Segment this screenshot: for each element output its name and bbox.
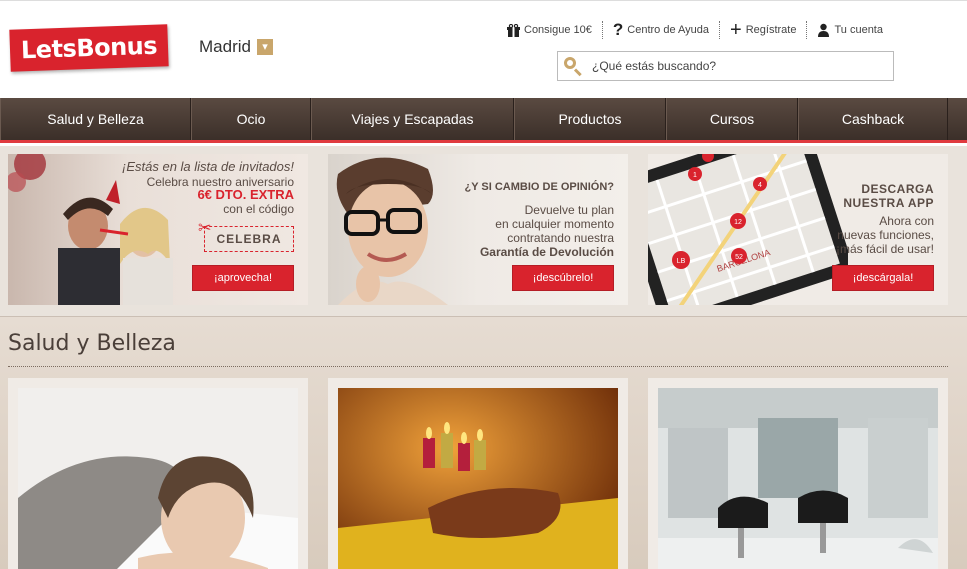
descubrelo-button[interactable]: ¡descúbrelo! — [512, 265, 614, 291]
banner2-line5: Garantía de Devolución — [479, 245, 614, 259]
banner3-line3: Ahora con — [879, 214, 934, 228]
link-cuenta-label: Tu cuenta — [834, 24, 883, 36]
link-consigue-label: Consigue 10€ — [524, 24, 592, 36]
banner2-line3: en cualquier momento — [495, 217, 614, 231]
section-title: Salud y Belleza — [8, 331, 176, 356]
woman-glasses-image — [336, 157, 448, 305]
banner2-line1: ¿Y SI CAMBIO DE OPINIÓN? — [464, 181, 614, 193]
logo-text: LetsBonus — [20, 31, 158, 65]
banner-garantia[interactable]: ¿Y SI CAMBIO DE OPINIÓN? Devuelve tu pla… — [328, 154, 628, 305]
nav-item-viajes[interactable]: Viajes y Escapadas — [311, 98, 514, 140]
promo-banners: ¡Estás en la lista de invitados! Celebra… — [0, 146, 967, 316]
letsbonus-logo[interactable]: LetsBonus — [9, 24, 169, 72]
nav-filler — [948, 98, 967, 140]
city-selector[interactable]: Madrid ▾ — [199, 37, 273, 57]
search-icon[interactable] — [562, 55, 584, 77]
nav-label: Viajes y Escapadas — [351, 111, 474, 127]
gift-icon — [507, 23, 520, 37]
deal-image-salon — [658, 388, 938, 569]
nav-label: Productos — [558, 111, 622, 127]
nav-item-productos[interactable]: Productos — [514, 98, 666, 140]
map-pin-label: 12 — [734, 219, 742, 226]
nav-item-salud[interactable]: Salud y Belleza — [0, 98, 191, 140]
deal-card[interactable] — [8, 378, 308, 569]
map-pin-label: LB — [677, 258, 686, 265]
banner2-line2: Devuelve tu plan — [524, 203, 614, 217]
nav-item-cursos[interactable]: Cursos — [666, 98, 798, 140]
banner3-line5: ¡más fácil de usar! — [835, 242, 934, 256]
question-icon: ? — [612, 20, 624, 39]
search-box[interactable] — [557, 51, 894, 81]
aprovecha-button[interactable]: ¡aprovecha! — [192, 265, 294, 291]
nav-label: Cursos — [709, 111, 755, 127]
link-cuenta[interactable]: Tu cuenta — [806, 21, 893, 39]
chevron-down-icon[interactable]: ▾ — [256, 39, 273, 55]
phone-map-image: BARCELONA 1 4 12 52 LB — [648, 154, 848, 305]
deal-image-spa — [338, 388, 618, 569]
banner3-line4: nuevas funciones, — [837, 228, 934, 242]
deal-card[interactable] — [328, 378, 628, 569]
link-registrate[interactable]: + Regístrate — [719, 18, 806, 41]
banner1-line1: ¡Estás en la lista de invitados! — [122, 159, 294, 174]
banner-app[interactable]: BARCELONA 1 4 12 52 LB DESCARGA NUESTRA … — [648, 154, 948, 305]
map-pin-label: 1 — [693, 172, 697, 179]
banner1-line3: 6€ DTO. EXTRA — [197, 187, 294, 202]
main-nav: Salud y Belleza Ocio Viajes y Escapadas … — [0, 98, 967, 143]
link-consigue[interactable]: Consigue 10€ — [497, 21, 602, 39]
link-registrate-label: Regístrate — [745, 24, 797, 36]
section-divider — [8, 366, 948, 367]
user-icon — [818, 23, 830, 37]
banner3-line1: DESCARGA — [861, 182, 934, 196]
search-input[interactable] — [592, 59, 882, 73]
deal-image-woman — [18, 388, 298, 569]
banner-aniversario[interactable]: ¡Estás en la lista de invitados! Celebra… — [8, 154, 308, 305]
deal-card[interactable] — [648, 378, 948, 569]
link-ayuda-label: Centro de Ayuda — [627, 24, 710, 36]
nav-item-ocio[interactable]: Ocio — [191, 98, 311, 140]
link-ayuda[interactable]: ? Centro de Ayuda — [601, 20, 719, 39]
banner1-line4: con el código — [223, 202, 294, 216]
coupon-code: CELEBRA — [204, 226, 294, 252]
nav-label: Salud y Belleza — [47, 111, 144, 127]
nav-item-cashback[interactable]: Cashback — [798, 98, 948, 140]
nav-label: Ocio — [236, 111, 266, 127]
map-pin-label: 4 — [758, 182, 762, 189]
banner2-line4: contratando nuestra — [507, 231, 614, 245]
banner3-line2: NUESTRA APP — [843, 196, 934, 210]
coupon-code-text: CELEBRA — [216, 232, 282, 246]
map-pin-label: 52 — [735, 254, 743, 261]
descargala-button[interactable]: ¡descárgala! — [832, 265, 934, 291]
plus-icon: + — [730, 18, 742, 41]
salud-belleza-section: Salud y Belleza — [0, 316, 967, 569]
top-links: Consigue 10€ ? Centro de Ayuda + Regístr… — [497, 18, 893, 41]
site-header: LetsBonus Madrid ▾ Consigue 10€ ? Centro… — [0, 0, 967, 98]
nav-label: Cashback — [841, 111, 905, 127]
city-name: Madrid — [199, 37, 251, 56]
